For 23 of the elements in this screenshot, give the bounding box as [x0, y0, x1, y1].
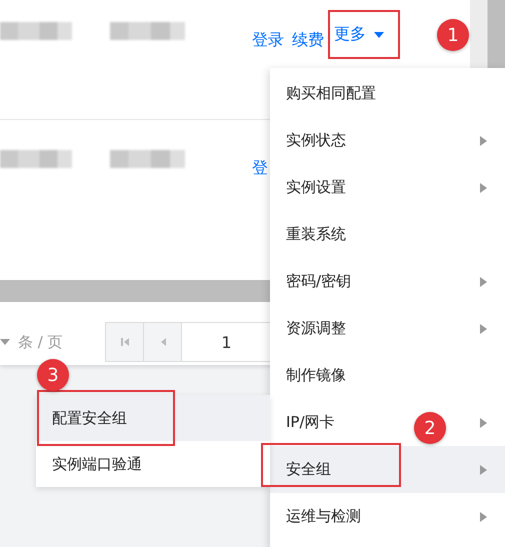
redacted-text	[0, 22, 72, 40]
page-size-label: 条 / 页	[18, 332, 63, 352]
submenu-arrow-icon	[478, 182, 488, 192]
more-dropdown[interactable]: 更多	[328, 10, 400, 59]
submenu-arrow-icon	[478, 324, 488, 334]
menu-item[interactable]: 安全组	[270, 446, 505, 493]
caret-icon	[374, 30, 384, 40]
submenu-arrow-icon	[478, 136, 488, 146]
submenu-arrow-icon	[478, 418, 488, 428]
submenu-arrow-icon	[478, 512, 488, 522]
submenu-arrow-icon	[478, 276, 488, 286]
action-link[interactable]: 登录	[252, 30, 284, 51]
previous-page-button[interactable]	[143, 322, 182, 362]
scrollbar[interactable]	[470, 0, 505, 70]
action-link[interactable]: 登	[252, 158, 268, 179]
first-page-button[interactable]	[105, 322, 144, 362]
menu-item[interactable]: 实例端口验通	[36, 441, 270, 487]
menu-item[interactable]: 配置安全组	[36, 395, 270, 441]
action-link[interactable]: 续费	[292, 30, 324, 51]
caret-icon	[0, 337, 10, 347]
redacted-text	[0, 150, 72, 168]
first-page-icon	[120, 337, 130, 347]
submenu-arrow-icon	[478, 464, 488, 474]
